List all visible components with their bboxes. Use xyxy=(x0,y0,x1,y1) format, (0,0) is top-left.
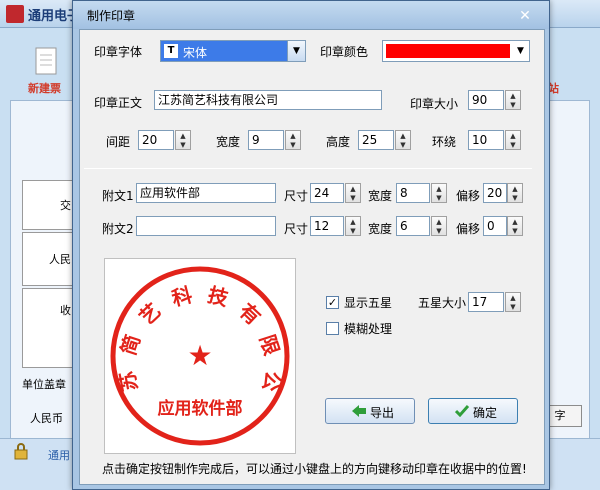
truetype-font-icon: T xyxy=(164,44,178,58)
width-label: 宽度 xyxy=(216,135,241,149)
lock-icon xyxy=(14,443,28,460)
subtext2-input[interactable] xyxy=(136,216,276,236)
subtext2-width-label: 宽度 xyxy=(368,222,393,236)
seal-arc-text: 江苏简艺科技有限公司 xyxy=(105,259,285,393)
dialog-title-bar[interactable]: 制作印章 ✕ xyxy=(73,1,549,29)
new-receipt-tool[interactable]: 新建票 xyxy=(26,46,76,98)
show-star-label: 显示五星 xyxy=(344,296,393,310)
show-star-checkbox[interactable]: ✓ xyxy=(326,296,339,309)
seal-text-label: 印章正文 xyxy=(94,96,143,110)
unit-stamp-label: 单位盖章 xyxy=(22,378,66,391)
new-receipt-label: 新建票 xyxy=(28,82,61,95)
blur-label: 模糊处理 xyxy=(344,322,393,336)
height-input[interactable]: 25 xyxy=(358,130,394,150)
width-stepper[interactable]: ▲ ▼ xyxy=(285,130,301,150)
site-tool[interactable]: 站 xyxy=(548,46,588,98)
subtext2-label: 附文2 xyxy=(102,222,134,236)
color-label: 印章颜色 xyxy=(320,45,369,59)
export-button[interactable]: 导出 xyxy=(325,398,415,424)
rmb-label: 人民币 xyxy=(30,412,63,425)
font-value: 宋体 xyxy=(183,46,208,60)
subtext1-offset-input[interactable]: 20 xyxy=(483,183,507,203)
width-input[interactable]: 9 xyxy=(248,130,284,150)
subtext2-offset-input[interactable]: 0 xyxy=(483,216,507,236)
subtext1-size-label: 尺寸 xyxy=(284,189,309,203)
surround-label: 环绕 xyxy=(432,135,457,149)
star-size-label: 五星大小 xyxy=(418,296,467,310)
subtext2-size-label: 尺寸 xyxy=(284,222,309,236)
font-select[interactable]: T 宋体 ▼ xyxy=(160,40,306,62)
subtext1-label: 附文1 xyxy=(102,189,134,203)
check-icon xyxy=(455,405,469,417)
subtext2-size-input[interactable]: 12 xyxy=(310,216,344,236)
chevron-down-icon[interactable]: ▼ xyxy=(287,41,305,61)
seal-preview: 江苏简艺科技有限公司 ★ 应用软件部 xyxy=(95,240,296,454)
blur-checkbox[interactable] xyxy=(326,322,339,335)
subtext2-offset-stepper[interactable]: ▲ ▼ xyxy=(507,216,523,236)
subtext1-offset-stepper[interactable]: ▲ ▼ xyxy=(507,183,523,203)
seal-text-input[interactable]: 江苏简艺科技有限公司 xyxy=(154,90,382,110)
seal-size-input[interactable]: 90 xyxy=(468,90,504,110)
document-icon xyxy=(35,47,57,75)
height-label: 高度 xyxy=(326,135,351,149)
subtext1-size-input[interactable]: 24 xyxy=(310,183,344,203)
subtext2-width-stepper[interactable]: ▲ ▼ xyxy=(431,216,447,236)
subtext1-width-label: 宽度 xyxy=(368,189,393,203)
surround-stepper[interactable]: ▲ ▼ xyxy=(505,130,521,150)
subtext2-offset-label: 偏移 xyxy=(456,222,481,236)
ok-button[interactable]: 确定 xyxy=(428,398,518,424)
dialog-title: 制作印章 xyxy=(87,9,136,23)
color-swatch xyxy=(386,44,510,58)
table-cell: 人民 xyxy=(22,232,74,286)
seal-image: 江苏简艺科技有限公司 ★ 应用软件部 xyxy=(95,240,290,446)
chevron-down-icon[interactable]: ▼ xyxy=(512,41,529,61)
subtext1-width-stepper[interactable]: ▲ ▼ xyxy=(431,183,447,203)
seal-size-stepper[interactable]: ▲ ▼ xyxy=(505,90,521,110)
height-stepper[interactable]: ▲ ▼ xyxy=(395,130,411,150)
subtext2-width-input[interactable]: 6 xyxy=(396,216,430,236)
seal-bottom-text: 应用软件部 xyxy=(158,398,243,419)
spacing-label: 间距 xyxy=(106,135,131,149)
surround-input[interactable]: 10 xyxy=(468,130,504,150)
font-label: 印章字体 xyxy=(94,45,143,59)
star-size-input[interactable]: 17 xyxy=(468,292,504,312)
color-select[interactable]: ▼ xyxy=(382,40,530,62)
arrow-left-icon xyxy=(352,405,366,417)
spacing-input[interactable]: 20 xyxy=(138,130,174,150)
subtext1-width-input[interactable]: 8 xyxy=(396,183,430,203)
star-icon: ★ xyxy=(187,339,212,372)
close-icon[interactable]: ✕ xyxy=(515,7,535,25)
subtext1-input[interactable]: 应用软件部 xyxy=(136,183,276,203)
star-size-stepper[interactable]: ▲ ▼ xyxy=(505,292,521,312)
divider xyxy=(84,168,532,169)
spacing-stepper[interactable]: ▲ ▼ xyxy=(175,130,191,150)
app-logo-icon xyxy=(6,5,24,23)
status-text: 通用 xyxy=(48,449,70,462)
table-cell: 收 xyxy=(22,288,74,368)
seal-size-label: 印章大小 xyxy=(410,97,459,111)
subtext2-size-stepper[interactable]: ▲ ▼ xyxy=(345,216,361,236)
table-cell: 交 xyxy=(22,180,74,230)
subtext1-offset-label: 偏移 xyxy=(456,189,481,203)
subtext1-size-stepper[interactable]: ▲ ▼ xyxy=(345,183,361,203)
hint-text: 点击确定按钮制作完成后，可以通过小键盘上的方向键移动印章在收据中的位置! xyxy=(102,462,527,476)
